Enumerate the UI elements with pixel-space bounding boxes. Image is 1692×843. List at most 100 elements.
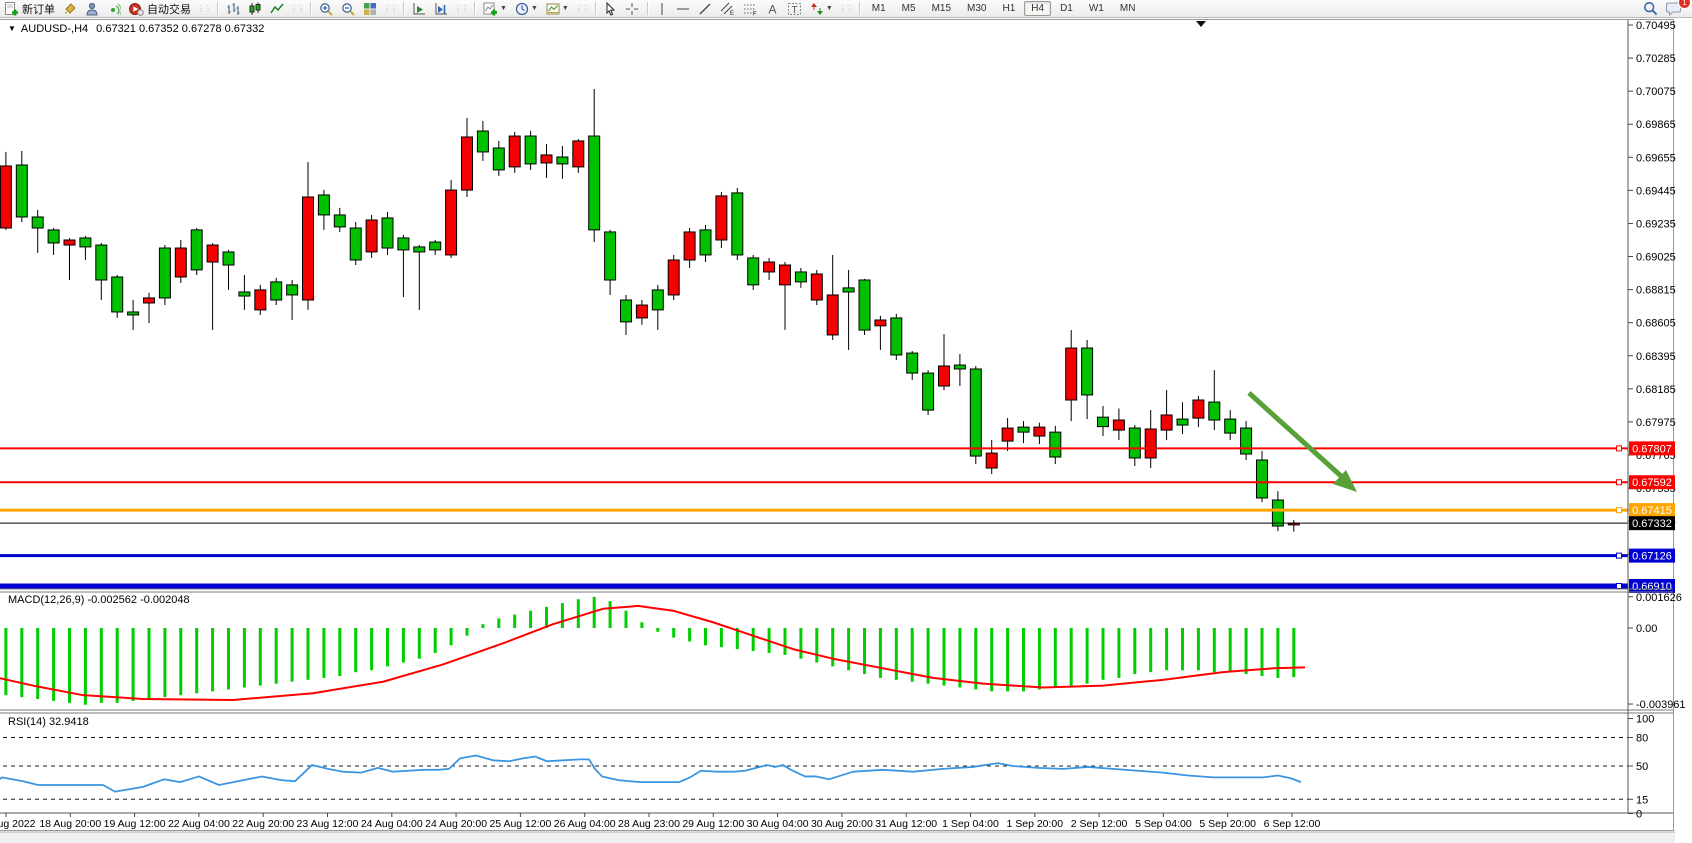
arrows-tool-button[interactable]: ▼ [807,1,836,16]
candle-body [366,220,377,252]
new-order-button[interactable]: 新订单 [1,1,58,16]
candle-body [477,131,488,152]
crosshair-tool-button[interactable] [622,1,642,16]
candle-body [1018,427,1029,432]
price-tick-label: 0.68185 [1636,384,1676,396]
candle-body [700,230,711,255]
chat-unread-badge: 1 [1678,0,1691,9]
macd-histogram-bar [799,628,802,659]
clock-icon [515,2,529,16]
timeframe-button-h4[interactable]: H4 [1024,1,1051,16]
candle-body [382,218,393,248]
toolbar-grip: ⋮⋮ [383,4,397,13]
macd-histogram-bar [990,628,993,691]
line-chart-button[interactable] [267,1,287,16]
time-tick-label: 6 Sep 12:00 [1264,818,1321,830]
signal-icon [107,2,121,16]
text-label-tool-button[interactable]: T [784,1,805,16]
chart-styler-button[interactable] [60,1,80,16]
bar-chart-icon [226,2,240,16]
indicators-button[interactable]: ▼ [480,1,510,16]
line-handle[interactable] [1617,508,1622,513]
search-icon [1643,1,1658,16]
macd-histogram-bar [640,622,643,628]
candle-body [1193,400,1204,418]
candle-body [1145,429,1156,458]
time-tick-label: 30 Aug 20:00 [811,818,873,830]
toolbar-grip: ⋮⋮ [197,4,211,13]
line-handle[interactable] [1617,446,1622,451]
timeframe-button-m30[interactable]: M30 [960,1,993,16]
channel-tool-button[interactable]: E [717,1,738,16]
candle-body [1034,427,1045,436]
symbol-ohlc-values: 0.67321 0.67352 0.67278 0.67332 [96,23,264,35]
indicators-dropdown-caret: ▼ [500,5,507,12]
zoom-in-button[interactable] [316,1,336,16]
macd-histogram-bar [259,628,262,686]
macd-histogram-bar [163,628,166,697]
line-handle[interactable] [1617,480,1622,485]
fibonacci-tool-button[interactable]: F [740,1,761,16]
bar-chart-button[interactable] [223,1,243,16]
tile-windows-button[interactable] [360,1,380,16]
periods-button[interactable]: ▼ [512,1,541,16]
price-tick-label: 0.68605 [1636,318,1676,330]
timeframe-button-mn[interactable]: MN [1113,1,1143,16]
line-handle[interactable] [1617,584,1622,589]
timeframe-button-m15[interactable]: M15 [925,1,958,16]
vertical-line-tool-button[interactable] [653,1,671,16]
cursor-tool-button[interactable] [601,1,620,16]
macd-histogram-bar [243,628,246,688]
symbol-name: AUDUSD-,H4 [21,23,88,35]
timeframe-button-m5[interactable]: M5 [895,1,923,16]
chat-button[interactable]: 1 [1663,1,1685,16]
trendline-tool-button[interactable] [695,1,715,16]
candle-body [1257,460,1268,498]
zoom-out-button[interactable] [338,1,358,16]
macd-indicator-label: MACD(12,26,9) -0.002562 -0.002048 [8,594,190,606]
time-tick-label: 1 Sep 04:00 [942,818,999,830]
periods-dropdown-caret: ▼ [531,5,538,12]
chart-window: 0.704950.702850.700750.698650.696550.694… [0,17,1692,843]
time-tick-label: 29 Aug 12:00 [682,818,744,830]
chart-shift-button[interactable] [431,1,451,16]
line-handle[interactable] [1617,553,1622,558]
time-tick-label: 24 Aug 20:00 [425,818,487,830]
macd-histogram-bar [513,615,516,628]
chart-canvas[interactable]: 0.704950.702850.700750.698650.696550.694… [0,17,1692,843]
candle-body [1002,428,1013,441]
candle-body [1177,419,1188,425]
one-click-trading-arrow-icon[interactable]: ▼ [8,24,16,33]
macd-histogram-bar [179,628,182,695]
templates-button[interactable]: ▼ [543,1,572,16]
toolbar-separator [859,2,860,15]
signals-button[interactable] [104,1,124,16]
candle-body [414,247,425,252]
timeframe-button-h1[interactable]: H1 [995,1,1022,16]
macd-histogram-bar [1054,628,1057,688]
price-tick-label: 0.69655 [1636,152,1676,164]
template-icon [546,2,560,16]
timeframe-button-m1[interactable]: M1 [865,1,893,16]
candlestick-chart-button[interactable] [245,1,265,16]
horizontal-line-tool-button[interactable] [673,1,693,16]
toolbar-separator [474,2,475,15]
expert-advisor-button[interactable] [82,1,102,16]
price-tick-label: 0.68815 [1636,285,1676,297]
time-tick-label: 31 Aug 12:00 [875,818,937,830]
candle-body [16,165,27,217]
toolbar-separator [403,2,404,15]
candle-body [1113,420,1124,430]
auto-scroll-button[interactable] [409,1,429,16]
text-tool-button[interactable]: A [763,1,782,16]
timeframe-button-d1[interactable]: D1 [1053,1,1080,16]
macd-histogram-bar [1086,628,1089,684]
autotrade-button[interactable]: 自动交易 [126,1,194,16]
search-button[interactable] [1640,1,1661,16]
timeframe-button-w1[interactable]: W1 [1082,1,1111,16]
macd-histogram-bar [1102,628,1105,680]
candle-body [462,137,473,190]
price-tick-label: 0.69445 [1636,185,1676,197]
macd-histogram-bar [370,628,373,670]
candle-body [1241,428,1252,454]
